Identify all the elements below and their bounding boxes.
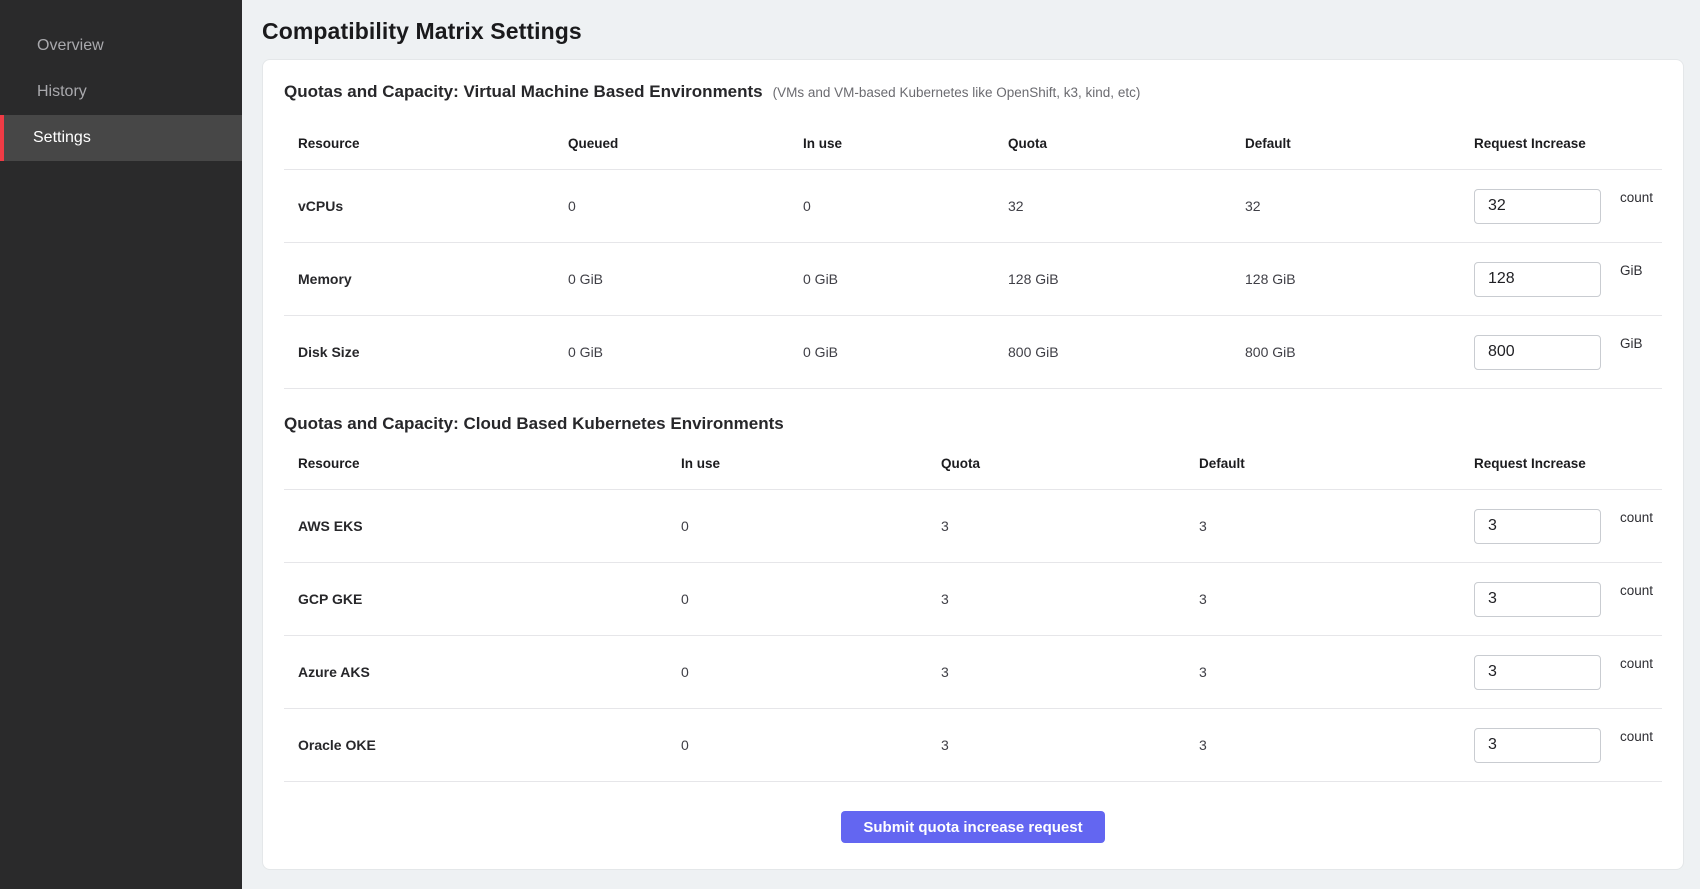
quota-value: 3 bbox=[941, 591, 1199, 607]
settings-card: Quotas and Capacity: Virtual Machine Bas… bbox=[262, 59, 1684, 870]
azure-aks-request-input[interactable] bbox=[1474, 655, 1601, 690]
resource-label: Azure AKS bbox=[298, 664, 681, 680]
column-header-quota: Quota bbox=[941, 456, 1199, 471]
queued-value: 0 bbox=[568, 198, 803, 214]
submit-row: Submit quota increase request bbox=[284, 811, 1662, 843]
resource-label: GCP GKE bbox=[298, 591, 681, 607]
vm-table-header: Resource Queued In use Quota Default Req… bbox=[284, 118, 1662, 170]
column-header-request-increase: Request Increase bbox=[1474, 456, 1660, 471]
in-use-value: 0 GiB bbox=[803, 344, 1008, 360]
queued-value: 0 GiB bbox=[568, 271, 803, 287]
page-title: Compatibility Matrix Settings bbox=[262, 18, 1684, 45]
column-header-in-use: In use bbox=[803, 136, 1008, 151]
resource-label: vCPUs bbox=[298, 198, 568, 214]
unit-label: count bbox=[1620, 729, 1653, 744]
unit-label: GiB bbox=[1620, 336, 1643, 351]
table-row-gcp-gke: GCP GKE 0 3 3 count bbox=[284, 563, 1662, 636]
in-use-value: 0 bbox=[681, 664, 941, 680]
default-value: 128 GiB bbox=[1245, 271, 1474, 287]
disk-size-request-input[interactable] bbox=[1474, 335, 1601, 370]
main-content: Compatibility Matrix Settings Quotas and… bbox=[242, 0, 1700, 889]
quota-value: 128 GiB bbox=[1008, 271, 1245, 287]
request-increase-cell: count bbox=[1474, 728, 1660, 763]
vm-section-heading: Quotas and Capacity: Virtual Machine Bas… bbox=[284, 81, 1662, 102]
sidebar-item-label: Settings bbox=[33, 129, 91, 147]
sidebar-item-label: History bbox=[37, 83, 87, 101]
resource-label: Disk Size bbox=[298, 344, 568, 360]
unit-label: count bbox=[1620, 656, 1653, 671]
request-increase-cell: GiB bbox=[1474, 262, 1660, 297]
gcp-gke-request-input[interactable] bbox=[1474, 582, 1601, 617]
in-use-value: 0 bbox=[681, 737, 941, 753]
aws-eks-request-input[interactable] bbox=[1474, 509, 1601, 544]
table-row-memory: Memory 0 GiB 0 GiB 128 GiB 128 GiB GiB bbox=[284, 243, 1662, 316]
resource-label: Oracle OKE bbox=[298, 737, 681, 753]
quota-value: 3 bbox=[941, 737, 1199, 753]
sidebar-item-label: Overview bbox=[37, 37, 104, 55]
column-header-request-increase: Request Increase bbox=[1474, 136, 1660, 151]
table-row-disk-size: Disk Size 0 GiB 0 GiB 800 GiB 800 GiB Gi… bbox=[284, 316, 1662, 389]
request-increase-cell: count bbox=[1474, 655, 1660, 690]
sidebar: Overview History Settings bbox=[0, 0, 242, 889]
default-value: 3 bbox=[1199, 591, 1474, 607]
default-value: 3 bbox=[1199, 518, 1474, 534]
quota-value: 3 bbox=[941, 518, 1199, 534]
quota-value: 800 GiB bbox=[1008, 344, 1245, 360]
cloud-section-heading: Quotas and Capacity: Cloud Based Kuberne… bbox=[284, 413, 1662, 434]
default-value: 800 GiB bbox=[1245, 344, 1474, 360]
column-header-resource: Resource bbox=[298, 456, 681, 471]
vm-section-subtitle: (VMs and VM-based Kubernetes like OpenSh… bbox=[773, 85, 1141, 100]
table-row-oracle-oke: Oracle OKE 0 3 3 count bbox=[284, 709, 1662, 782]
default-value: 3 bbox=[1199, 737, 1474, 753]
table-row-vcpus: vCPUs 0 0 32 32 count bbox=[284, 170, 1662, 243]
resource-label: Memory bbox=[298, 271, 568, 287]
request-increase-cell: count bbox=[1474, 189, 1660, 224]
sidebar-item-settings[interactable]: Settings bbox=[0, 115, 242, 161]
unit-label: GiB bbox=[1620, 263, 1643, 278]
in-use-value: 0 GiB bbox=[803, 271, 1008, 287]
column-header-default: Default bbox=[1245, 136, 1474, 151]
table-row-azure-aks: Azure AKS 0 3 3 count bbox=[284, 636, 1662, 709]
unit-label: count bbox=[1620, 510, 1653, 525]
unit-label: count bbox=[1620, 190, 1653, 205]
default-value: 32 bbox=[1245, 198, 1474, 214]
vcpus-request-input[interactable] bbox=[1474, 189, 1601, 224]
request-increase-cell: GiB bbox=[1474, 335, 1660, 370]
column-header-default: Default bbox=[1199, 456, 1474, 471]
column-header-queued: Queued bbox=[568, 136, 803, 151]
in-use-value: 0 bbox=[681, 591, 941, 607]
in-use-value: 0 bbox=[803, 198, 1008, 214]
resource-label: AWS EKS bbox=[298, 518, 681, 534]
column-header-in-use: In use bbox=[681, 456, 941, 471]
vm-section-title: Quotas and Capacity: Virtual Machine Bas… bbox=[284, 81, 763, 102]
in-use-value: 0 bbox=[681, 518, 941, 534]
table-row-aws-eks: AWS EKS 0 3 3 count bbox=[284, 490, 1662, 563]
sidebar-item-history[interactable]: History bbox=[0, 69, 242, 115]
column-header-quota: Quota bbox=[1008, 136, 1245, 151]
default-value: 3 bbox=[1199, 664, 1474, 680]
unit-label: count bbox=[1620, 583, 1653, 598]
column-header-resource: Resource bbox=[298, 136, 568, 151]
request-increase-cell: count bbox=[1474, 509, 1660, 544]
queued-value: 0 GiB bbox=[568, 344, 803, 360]
quota-value: 3 bbox=[941, 664, 1199, 680]
cloud-section-title: Quotas and Capacity: Cloud Based Kuberne… bbox=[284, 413, 784, 434]
submit-quota-increase-button[interactable]: Submit quota increase request bbox=[841, 811, 1104, 843]
cloud-table-header: Resource In use Quota Default Request In… bbox=[284, 438, 1662, 490]
oracle-oke-request-input[interactable] bbox=[1474, 728, 1601, 763]
request-increase-cell: count bbox=[1474, 582, 1660, 617]
sidebar-item-overview[interactable]: Overview bbox=[0, 23, 242, 69]
quota-value: 32 bbox=[1008, 198, 1245, 214]
memory-request-input[interactable] bbox=[1474, 262, 1601, 297]
